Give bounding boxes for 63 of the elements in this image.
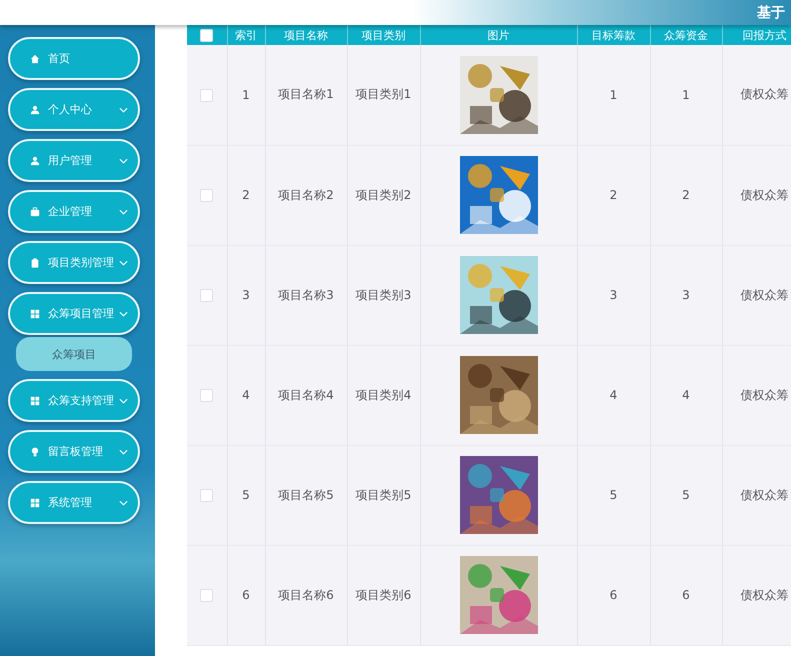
row-checkbox[interactable] (200, 589, 214, 602)
briefcase-icon (30, 206, 40, 216)
menu-item[interactable]: 众筹支持管理 (8, 379, 140, 422)
menu-item[interactable]: 众筹项目管理 (8, 292, 140, 335)
menu-item[interactable]: 系统管理 (8, 481, 140, 524)
menu-item[interactable]: 项目类别管理 (8, 241, 140, 284)
row-checkbox[interactable] (200, 489, 214, 502)
table-cell: 债权众筹 (722, 445, 791, 545)
menu-item[interactable]: 用户管理 (8, 139, 140, 182)
table-cell: 4 (227, 345, 265, 445)
table-cell: 3 (577, 245, 650, 345)
table-cell: 5 (227, 445, 265, 545)
table-cell: 项目类别5 (347, 445, 420, 545)
row-checkbox[interactable] (200, 289, 214, 302)
table-cell: 债权众筹 (722, 45, 791, 145)
bulb-icon (30, 446, 40, 456)
table-cell: 3 (650, 245, 722, 345)
table-cell: 项目名称6 (265, 545, 347, 645)
grid-icon (30, 396, 40, 406)
row-checkbox[interactable] (200, 88, 214, 102)
table-cell: 1 (227, 45, 265, 145)
table-cell: 项目名称5 (265, 445, 347, 545)
table-cell: 4 (650, 345, 722, 445)
table-cell: 项目类别2 (347, 145, 420, 245)
table-cell: 2 (577, 145, 650, 245)
table-cell: 项目类别1 (347, 45, 420, 145)
table-cell: 项目名称3 (265, 245, 347, 345)
row-checkbox[interactable] (200, 189, 214, 202)
table-cell: 项目类别6 (347, 545, 420, 645)
table-cell: 4 (577, 345, 650, 445)
table-cell: 1 (650, 45, 722, 145)
home-icon (30, 54, 40, 64)
grid-icon (30, 498, 40, 508)
table-cell: 6 (577, 545, 650, 645)
table-cell: 项目名称1 (265, 45, 347, 145)
table-cell: 1 (577, 45, 650, 145)
table-cell: 6 (650, 545, 722, 645)
table-cell: 债权众筹 (722, 245, 791, 345)
table-cell: 3 (227, 245, 265, 345)
submenu-item[interactable]: 众筹项目 (16, 337, 132, 371)
user-icon (30, 104, 40, 114)
table-cell: 5 (577, 445, 650, 545)
table-cell: 6 (227, 545, 265, 645)
table-cell: 债权众筹 (722, 545, 791, 645)
menu-item[interactable]: 企业管理 (8, 190, 140, 233)
row-checkbox[interactable] (200, 389, 214, 402)
table-cell: 项目名称4 (265, 345, 347, 445)
menu-item[interactable]: 留言板管理 (8, 430, 140, 473)
header-title: 基于 (757, 4, 785, 22)
menu-item[interactable]: 个人中心 (8, 88, 140, 131)
table-cell: 2 (227, 145, 265, 245)
table-cell: 债权众筹 (722, 345, 791, 445)
menu-item[interactable]: 首页 (8, 37, 140, 80)
table-cell: 债权众筹 (722, 145, 791, 245)
table-cell: 5 (650, 445, 722, 545)
table-cell: 项目类别3 (347, 245, 420, 345)
clipboard-icon (30, 258, 40, 268)
table-cell: 项目类别4 (347, 345, 420, 445)
table-cell: 项目名称2 (265, 145, 347, 245)
table-cell: 2 (650, 145, 722, 245)
select-all-checkbox[interactable] (200, 28, 214, 42)
user-icon (30, 156, 40, 166)
grid-icon (30, 308, 40, 318)
